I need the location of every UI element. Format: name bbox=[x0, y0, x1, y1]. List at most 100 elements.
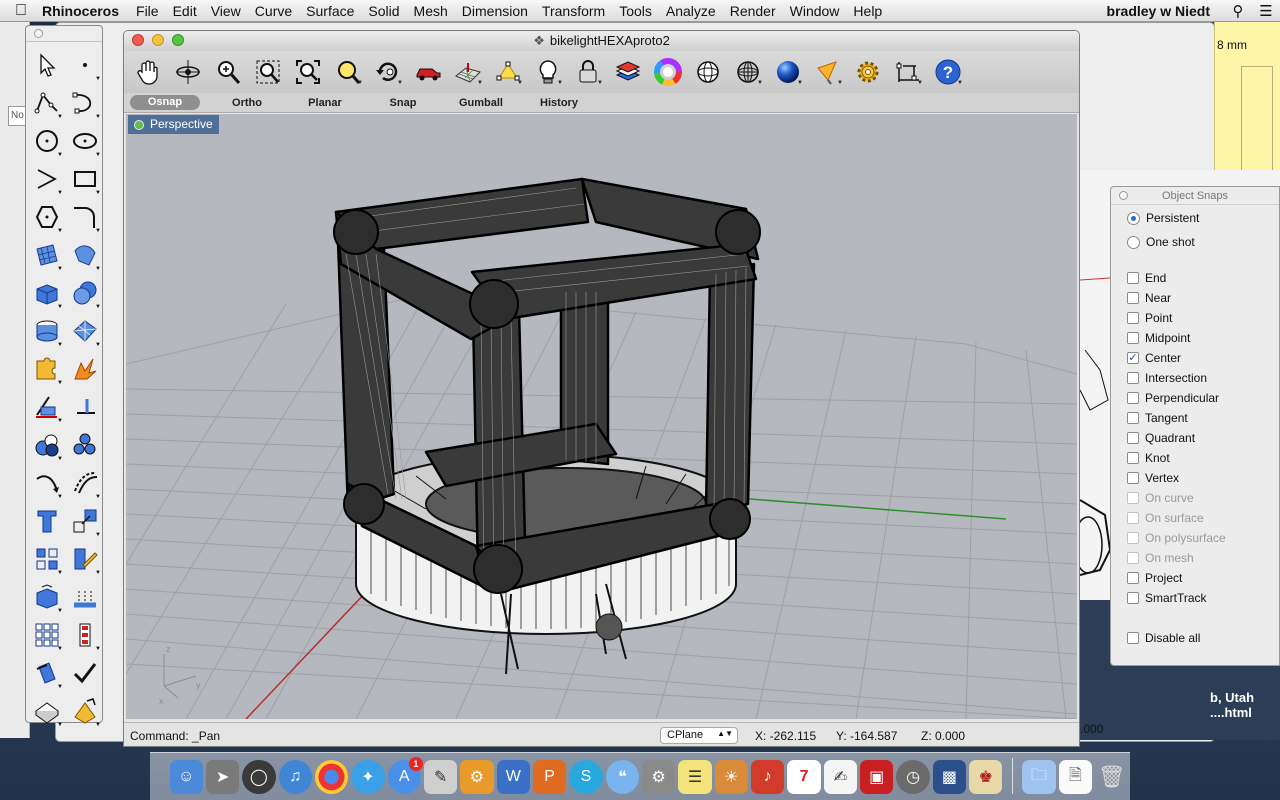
sketchup-icon[interactable]: ⚙ bbox=[460, 760, 494, 794]
surface-icon[interactable]: ▼ bbox=[28, 236, 66, 274]
boolean-puzzle-icon[interactable]: ▼ bbox=[28, 350, 66, 388]
split-edit-icon[interactable]: ▼ bbox=[28, 388, 66, 426]
layers-icon[interactable] bbox=[608, 54, 648, 90]
snap-smarttrack-checkbox[interactable]: SmartTrack bbox=[1127, 591, 1207, 605]
object-snaps-titlebar[interactable]: Object Snaps bbox=[1111, 187, 1279, 205]
chrome-icon[interactable] bbox=[314, 760, 349, 794]
viewport-tab-perspective[interactable]: Perspective bbox=[128, 115, 219, 134]
ellipse-icon[interactable]: ▼ bbox=[66, 122, 104, 160]
textedit-icon[interactable]: ✍ bbox=[823, 760, 858, 794]
window-titlebar[interactable]: ❖ bikelightHEXAproto2 bbox=[124, 31, 1079, 51]
disable-all-checkbox[interactable]: Disable all bbox=[1127, 631, 1200, 645]
zoom-window-icon[interactable] bbox=[248, 54, 288, 90]
snap-midpoint-checkbox[interactable]: Midpoint bbox=[1127, 331, 1190, 345]
properties-icon[interactable]: ▼ bbox=[66, 616, 104, 654]
polygon-icon[interactable]: ▼ bbox=[28, 198, 66, 236]
app-store-icon[interactable]: A1 bbox=[387, 757, 423, 794]
menu-view[interactable]: View bbox=[204, 3, 248, 19]
circle-icon[interactable]: ▼ bbox=[28, 122, 66, 160]
snap-vertex-checkbox[interactable]: Vertex bbox=[1127, 471, 1179, 485]
menu-help[interactable]: Help bbox=[846, 3, 889, 19]
itunes-icon[interactable]: ♫ bbox=[278, 760, 312, 794]
applications-folder-icon[interactable]: 🗀 bbox=[1022, 760, 1056, 794]
stickies-icon[interactable]: ☰ bbox=[678, 760, 712, 794]
preview-icon[interactable]: ▩ bbox=[932, 760, 967, 794]
snap-project-checkbox[interactable]: Project bbox=[1127, 571, 1182, 585]
offset-curve-icon[interactable]: ▼ bbox=[66, 464, 104, 502]
notification-list-icon[interactable]: ☰ bbox=[1252, 2, 1280, 20]
ortho-toggle[interactable]: Ortho bbox=[208, 97, 286, 109]
history-toggle[interactable]: History bbox=[520, 97, 598, 109]
mesh-surface-icon[interactable]: ▼ bbox=[66, 312, 104, 350]
launchpad-icon[interactable]: ➤ bbox=[205, 760, 240, 794]
planar-toggle[interactable]: Planar bbox=[286, 97, 364, 109]
zoom-selected-icon[interactable]: ▼ bbox=[328, 54, 368, 90]
user-name[interactable]: bradley w Niedt bbox=[1107, 3, 1224, 19]
trash-icon[interactable]: 🗑 bbox=[1095, 760, 1128, 794]
cylinder-mesh-icon[interactable]: ▼ bbox=[28, 312, 66, 350]
menu-window[interactable]: Window bbox=[783, 3, 847, 19]
snap-near-checkbox[interactable]: Near bbox=[1127, 291, 1171, 305]
close-button[interactable] bbox=[132, 34, 144, 46]
ungroup-icon[interactable] bbox=[66, 426, 104, 464]
checkmark-icon[interactable] bbox=[66, 654, 104, 692]
spotlight-search-icon[interactable]: ⚲ bbox=[1224, 2, 1252, 20]
array-icon[interactable]: ▼ bbox=[28, 540, 66, 578]
messages-icon[interactable]: ❝ bbox=[605, 760, 639, 794]
menu-curve[interactable]: Curve bbox=[248, 3, 299, 19]
trim-icon[interactable] bbox=[66, 388, 104, 426]
box-solid-icon[interactable]: ▼ bbox=[28, 274, 66, 312]
tool-palette-titlebar[interactable] bbox=[26, 26, 102, 42]
analyze-ruler-icon[interactable]: ▼ bbox=[28, 654, 66, 692]
help-icon[interactable]: ? ▼ bbox=[928, 54, 968, 90]
palette-close-icon[interactable] bbox=[34, 29, 43, 38]
menu-analyze[interactable]: Analyze bbox=[659, 3, 723, 19]
curve-from-object-icon[interactable]: ▼ bbox=[28, 464, 66, 502]
fillet-curves-icon[interactable]: ▼ bbox=[66, 198, 104, 236]
perspective-viewport[interactable]: z y x Perspective bbox=[126, 114, 1077, 719]
snap-quadrant-checkbox[interactable]: Quadrant bbox=[1127, 431, 1195, 445]
snap-point-checkbox[interactable]: Point bbox=[1127, 311, 1172, 325]
app-menu[interactable]: Rhinoceros bbox=[42, 3, 129, 19]
dimension-icon[interactable]: ▼ bbox=[888, 54, 928, 90]
chess-icon[interactable]: ♚ bbox=[969, 760, 1003, 794]
audio-app-icon[interactable]: ♪ bbox=[751, 760, 785, 794]
solid-spheres-icon[interactable]: ▼ bbox=[66, 274, 104, 312]
skype-icon[interactable]: S bbox=[569, 760, 603, 794]
arc-icon[interactable]: ▼ bbox=[28, 160, 66, 198]
rendered-sphere-icon[interactable]: ▼ bbox=[768, 54, 808, 90]
powerpoint-icon[interactable]: P bbox=[532, 760, 567, 794]
paint-bucket-icon[interactable]: ▼ bbox=[66, 692, 104, 730]
settings-gear-icon[interactable] bbox=[848, 54, 888, 90]
menu-transform[interactable]: Transform bbox=[535, 3, 612, 19]
group-spheres-icon[interactable]: ▼ bbox=[28, 426, 66, 464]
persistent-radio[interactable]: Persistent bbox=[1127, 211, 1199, 225]
text-icon[interactable] bbox=[28, 502, 66, 540]
dashboard-icon[interactable]: ◯ bbox=[242, 760, 276, 794]
rhinoceros-icon[interactable]: ✎ bbox=[423, 760, 458, 794]
snap-center-checkbox[interactable]: ✓ Center bbox=[1127, 351, 1181, 365]
select-points-icon[interactable]: ▼ bbox=[488, 54, 528, 90]
menu-mesh[interactable]: Mesh bbox=[407, 3, 455, 19]
surface-edit-icon[interactable]: ▼ bbox=[66, 236, 104, 274]
calendar-icon[interactable]: 7 bbox=[787, 760, 821, 794]
apple-icon[interactable]:  bbox=[0, 2, 42, 20]
menu-file[interactable]: File bbox=[129, 3, 166, 19]
menu-render[interactable]: Render bbox=[723, 3, 783, 19]
zoom-icon[interactable] bbox=[208, 54, 248, 90]
snap-tangent-checkbox[interactable]: Tangent bbox=[1127, 411, 1188, 425]
pan-hand-icon[interactable] bbox=[128, 54, 168, 90]
zoom-button[interactable] bbox=[172, 34, 184, 46]
select-arrow-icon[interactable] bbox=[28, 46, 66, 84]
undo-view-icon[interactable]: ▼ bbox=[368, 54, 408, 90]
rhino-main-window[interactable]: ❖ bikelightHEXAproto2 ▼ ▼ ▼ ▼ ▼ ▼ ▼ ▼ ▼ … bbox=[123, 30, 1080, 747]
menu-surface[interactable]: Surface bbox=[299, 3, 361, 19]
named-view-car-icon[interactable] bbox=[408, 54, 448, 90]
iphoto-icon[interactable]: ☀ bbox=[714, 760, 748, 794]
snap-perpendicular-checkbox[interactable]: Perpendicular bbox=[1127, 391, 1219, 405]
render-mesh-icon[interactable]: ▼ bbox=[28, 692, 66, 730]
color-wheel-icon[interactable] bbox=[648, 54, 688, 90]
explode-icon[interactable] bbox=[66, 350, 104, 388]
time-machine-icon[interactable]: ◷ bbox=[896, 760, 930, 794]
menu-tools[interactable]: Tools bbox=[612, 3, 659, 19]
